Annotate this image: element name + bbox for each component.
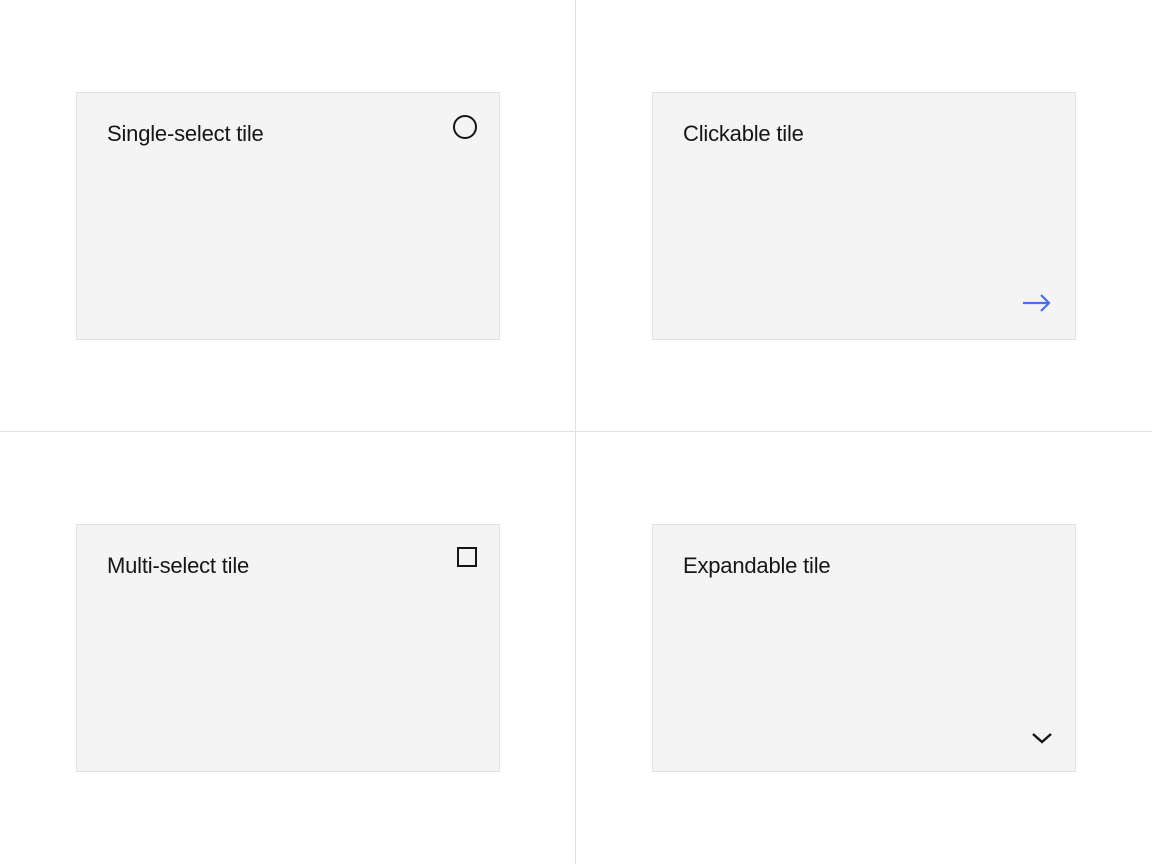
checkbox-indicator <box>457 547 477 567</box>
tile-grid: Single-select tile Clickable tile Multi-… <box>0 0 1152 864</box>
cell-expandable: Expandable tile <box>576 432 1152 864</box>
arrow-right-icon <box>1021 293 1053 313</box>
expandable-tile[interactable]: Expandable tile <box>652 524 1076 772</box>
multi-select-tile[interactable]: Multi-select tile <box>76 524 500 772</box>
cell-clickable: Clickable tile <box>576 0 1152 432</box>
single-select-tile-label: Single-select tile <box>107 121 264 146</box>
cell-multi-select: Multi-select tile <box>0 432 576 864</box>
radio-indicator <box>453 115 477 139</box>
cell-single-select: Single-select tile <box>0 0 576 432</box>
checkbox-unchecked-icon <box>457 547 477 567</box>
chevron-down-icon <box>1031 731 1053 745</box>
radio-unchecked-icon <box>453 115 477 139</box>
expandable-tile-label: Expandable tile <box>683 553 830 578</box>
multi-select-tile-label: Multi-select tile <box>107 553 249 578</box>
single-select-tile[interactable]: Single-select tile <box>76 92 500 340</box>
clickable-tile[interactable]: Clickable tile <box>652 92 1076 340</box>
clickable-tile-label: Clickable tile <box>683 121 804 146</box>
